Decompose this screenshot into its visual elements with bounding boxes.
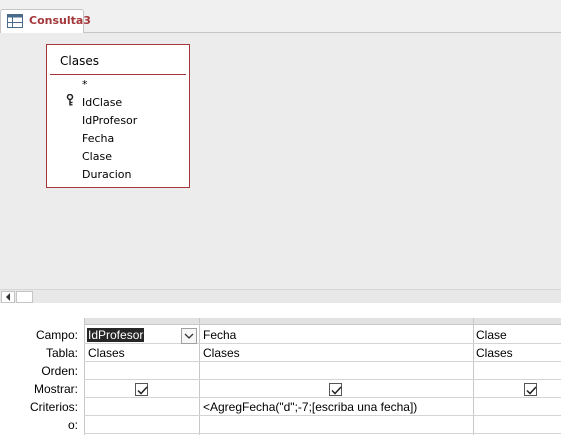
title-separator: [50, 74, 186, 75]
tab-label: Consulta3: [29, 14, 91, 27]
chevron-down-icon: [184, 333, 194, 339]
field-clase[interactable]: Clase: [82, 150, 112, 163]
row-divider: [84, 379, 561, 380]
campo-dropdown-button[interactable]: [181, 328, 197, 344]
query-icon: [7, 14, 23, 28]
row-label-tabla: Tabla:: [45, 346, 78, 360]
primary-key-icon: [66, 93, 74, 106]
tabla-cell-3[interactable]: Clases: [476, 346, 513, 360]
scroll-left-arrow-icon[interactable]: [1, 291, 15, 303]
scrollbar-thumb[interactable]: [16, 291, 33, 303]
tabla-cell-1[interactable]: Clases: [88, 346, 125, 360]
query-design-area[interactable]: Clases * IdClase IdProfesor Fecha Clase …: [0, 33, 561, 289]
row-divider: [84, 415, 561, 416]
mostrar-checkbox-1[interactable]: [135, 383, 148, 396]
checkmark-icon: [526, 386, 537, 395]
checkmark-icon: [137, 386, 148, 395]
field-idprofesor[interactable]: IdProfesor: [82, 114, 137, 127]
row-label-mostrar: Mostrar:: [33, 382, 78, 396]
row-label-campo: Campo:: [35, 328, 78, 342]
campo-value-selected[interactable]: IdProfesor: [87, 328, 145, 342]
field-duracion[interactable]: Duracion: [82, 168, 132, 181]
campo-cell-1[interactable]: IdProfesor: [87, 328, 145, 342]
document-tab-bar: Consulta3: [0, 0, 561, 33]
column-divider: [84, 318, 85, 435]
column-divider: [199, 318, 200, 435]
checkmark-icon: [331, 386, 342, 395]
campo-cell-2[interactable]: Fecha: [203, 328, 236, 342]
tab-consulta3[interactable]: Consulta3: [0, 9, 91, 33]
column-selector-bar[interactable]: [84, 318, 561, 325]
mostrar-checkbox-3[interactable]: [524, 383, 537, 396]
row-divider: [84, 343, 561, 344]
campo-cell-3[interactable]: Clase: [476, 328, 507, 342]
field-all[interactable]: *: [82, 78, 88, 91]
mostrar-checkbox-2[interactable]: [329, 383, 342, 396]
table-title[interactable]: Clases: [60, 54, 99, 68]
query-design-grid[interactable]: IdProfesor Clases Fecha Clases <AgregFec…: [84, 318, 561, 435]
row-label-criterios: Criterios:: [29, 400, 78, 414]
row-divider: [84, 433, 561, 434]
pane-splitter[interactable]: [0, 303, 561, 313]
table-field-list[interactable]: Clases * IdClase IdProfesor Fecha Clase …: [46, 44, 190, 188]
row-divider: [84, 397, 561, 398]
row-label-o: o:: [67, 418, 78, 432]
criterios-cell-2[interactable]: <AgregFecha("d";-7;[escriba una fecha]): [203, 400, 417, 414]
row-label-orden: Orden:: [41, 364, 78, 378]
field-fecha[interactable]: Fecha: [82, 132, 114, 145]
field-idclase[interactable]: IdClase: [82, 96, 122, 109]
horizontal-scrollbar[interactable]: [0, 289, 561, 303]
column-divider: [473, 318, 474, 435]
row-divider: [84, 361, 561, 362]
tabla-cell-2[interactable]: Clases: [203, 346, 240, 360]
